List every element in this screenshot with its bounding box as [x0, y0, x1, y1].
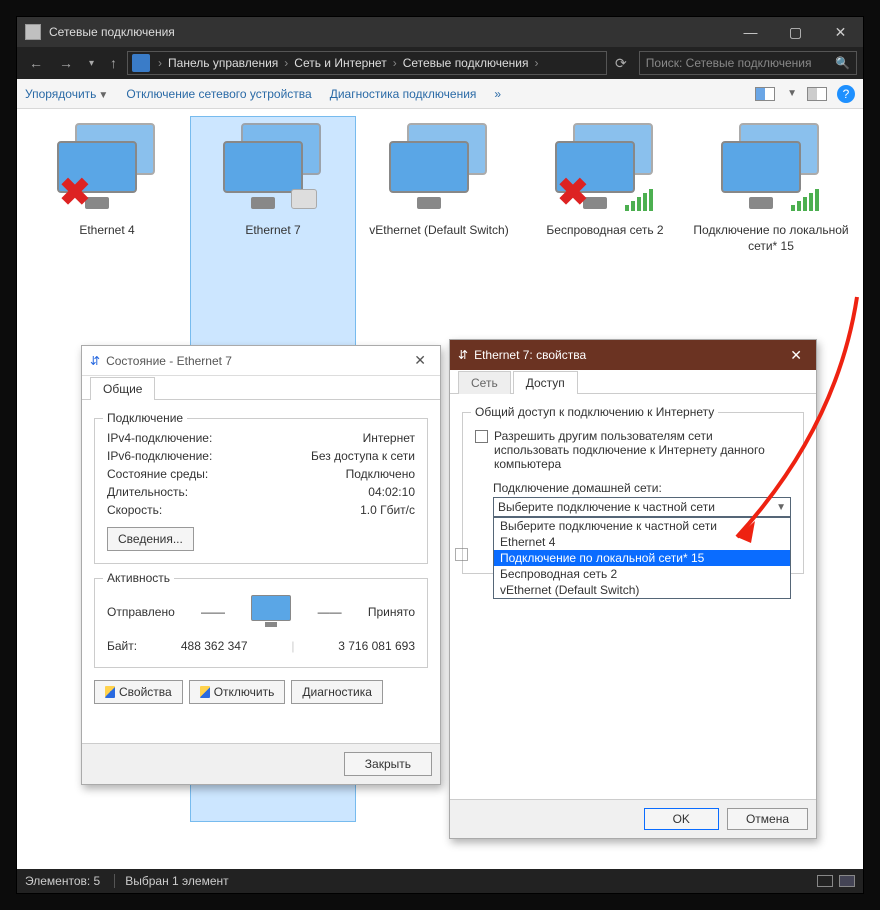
- allow-sharing-label: Разрешить другим пользователям сети испо…: [494, 429, 791, 471]
- properties-dialog: ⇵ Ethernet 7: свойства ✕ Сеть Доступ Общ…: [449, 339, 817, 839]
- status-dialog: ⇵ Состояние - Ethernet 7 ✕ Общие Подключ…: [81, 345, 441, 785]
- dropdown-option[interactable]: Выберите подключение к частной сети: [494, 518, 790, 534]
- dialog-icon: ⇵: [458, 348, 468, 362]
- help-icon[interactable]: ?: [837, 85, 855, 103]
- breadcrumb-item[interactable]: Сетевые подключения: [401, 56, 531, 70]
- close-button[interactable]: ✕: [818, 17, 863, 47]
- breadcrumb[interactable]: › Панель управления › Сеть и Интернет › …: [127, 51, 607, 75]
- dialog-tabs: Общие: [82, 376, 440, 400]
- bytes-recv: 3 716 081 693: [338, 639, 415, 653]
- close-button[interactable]: Закрыть: [344, 752, 432, 776]
- home-connection-label: Подключение домашней сети:: [493, 481, 791, 495]
- activity-group: Активность Отправлено —— —— Принято Байт…: [94, 578, 428, 668]
- breadcrumb-item[interactable]: Панель управления: [166, 56, 280, 70]
- thumbnails-view-icon[interactable]: [839, 875, 855, 887]
- search-input[interactable]: Поиск: Сетевые подключения 🔍: [639, 51, 857, 75]
- group-legend: Подключение: [103, 411, 187, 425]
- ics-group: Общий доступ к подключению к Интернету Р…: [462, 412, 804, 574]
- explorer-window: Сетевые подключения — ▢ ✕ ← → ▾ ↑ › Пане…: [16, 16, 864, 894]
- home-connection-combo[interactable]: Выберите подключение к частной сети ▼: [493, 497, 791, 517]
- view-options-icon[interactable]: [755, 87, 775, 101]
- connection-label: Беспроводная сеть 2: [525, 223, 685, 239]
- disabled-icon: ✖: [557, 170, 589, 215]
- allow-control-checkbox[interactable]: [455, 548, 468, 561]
- diagnose-button[interactable]: Диагностика подключения: [330, 87, 477, 101]
- location-icon: [132, 54, 150, 72]
- group-legend: Активность: [103, 571, 174, 585]
- dropdown-option[interactable]: vEthernet (Default Switch): [494, 582, 790, 598]
- dropdown-option[interactable]: Беспроводная сеть 2: [494, 566, 790, 582]
- preview-pane-icon[interactable]: [807, 87, 827, 101]
- selected-count: Выбран 1 элемент: [125, 874, 242, 888]
- status-dialog-title: Состояние - Ethernet 7: [106, 354, 232, 368]
- activity-monitor-icon: [251, 595, 291, 629]
- disable-button[interactable]: Отключить: [189, 680, 286, 704]
- properties-button[interactable]: Свойства: [94, 680, 183, 704]
- window-title: Сетевые подключения: [49, 25, 175, 39]
- props-dialog-title: Ethernet 7: свойства: [474, 348, 586, 362]
- titlebar: Сетевые подключения — ▢ ✕: [17, 17, 863, 47]
- dialog-icon: ⇵: [90, 354, 100, 368]
- sent-label: Отправлено: [107, 605, 175, 619]
- close-icon[interactable]: ✕: [784, 345, 808, 366]
- disable-device-button[interactable]: Отключение сетевого устройства: [126, 87, 311, 101]
- bytes-label: Байт:: [107, 639, 137, 653]
- disabled-icon: ✖: [59, 170, 91, 215]
- app-icon: [25, 24, 41, 40]
- connection-label: Ethernet 4: [27, 223, 187, 239]
- cancel-button[interactable]: Отмена: [727, 808, 808, 830]
- back-button[interactable]: ←: [23, 51, 49, 75]
- connection-label: vEthernet (Default Switch): [359, 223, 519, 239]
- minimize-button[interactable]: —: [728, 17, 773, 47]
- diagnose-button[interactable]: Диагностика: [291, 680, 383, 704]
- details-view-icon[interactable]: [817, 875, 833, 887]
- item-count: Элементов: 5: [25, 874, 115, 888]
- chevron-down-icon: ▼: [776, 502, 786, 513]
- ethernet-plug-icon: [291, 189, 317, 209]
- search-icon: 🔍: [835, 56, 850, 70]
- refresh-button[interactable]: ⟳: [611, 51, 631, 76]
- toolbar-overflow[interactable]: »: [494, 87, 501, 101]
- connection-label: Подключение по локальной сети* 15: [691, 223, 851, 254]
- history-dropdown-icon[interactable]: ▾: [83, 54, 100, 73]
- connection-group: Подключение IPv4-подключение:Интернет IP…: [94, 418, 428, 564]
- allow-sharing-checkbox[interactable]: [475, 430, 488, 443]
- wifi-bars-icon: [791, 189, 819, 211]
- breadcrumb-item[interactable]: Сеть и Интернет: [292, 56, 388, 70]
- organize-menu[interactable]: Упорядочить▼: [25, 87, 108, 101]
- maximize-button[interactable]: ▢: [773, 17, 818, 47]
- wifi-bars-icon: [625, 189, 653, 211]
- search-placeholder: Поиск: Сетевые подключения: [646, 56, 812, 70]
- tab-network[interactable]: Сеть: [458, 371, 511, 394]
- tab-general[interactable]: Общие: [90, 377, 155, 400]
- dialog-tabs: Сеть Доступ: [450, 370, 816, 394]
- recv-label: Принято: [368, 605, 415, 619]
- statusbar: Элементов: 5 Выбран 1 элемент: [17, 869, 863, 893]
- toolbar: Упорядочить▼ Отключение сетевого устройс…: [17, 79, 863, 109]
- up-button[interactable]: ↑: [104, 51, 123, 75]
- tab-sharing[interactable]: Доступ: [513, 371, 578, 394]
- shield-icon: [105, 686, 115, 698]
- group-legend: Общий доступ к подключению к Интернету: [471, 405, 718, 419]
- ok-button[interactable]: OK: [644, 808, 719, 830]
- nav-row: ← → ▾ ↑ › Панель управления › Сеть и Инт…: [17, 47, 863, 79]
- shield-icon: [200, 686, 210, 698]
- connection-label: Ethernet 7: [193, 223, 353, 239]
- forward-button[interactable]: →: [53, 51, 79, 75]
- close-icon[interactable]: ✕: [408, 350, 432, 371]
- details-button[interactable]: Сведения...: [107, 527, 194, 551]
- bytes-sent: 488 362 347: [181, 639, 248, 653]
